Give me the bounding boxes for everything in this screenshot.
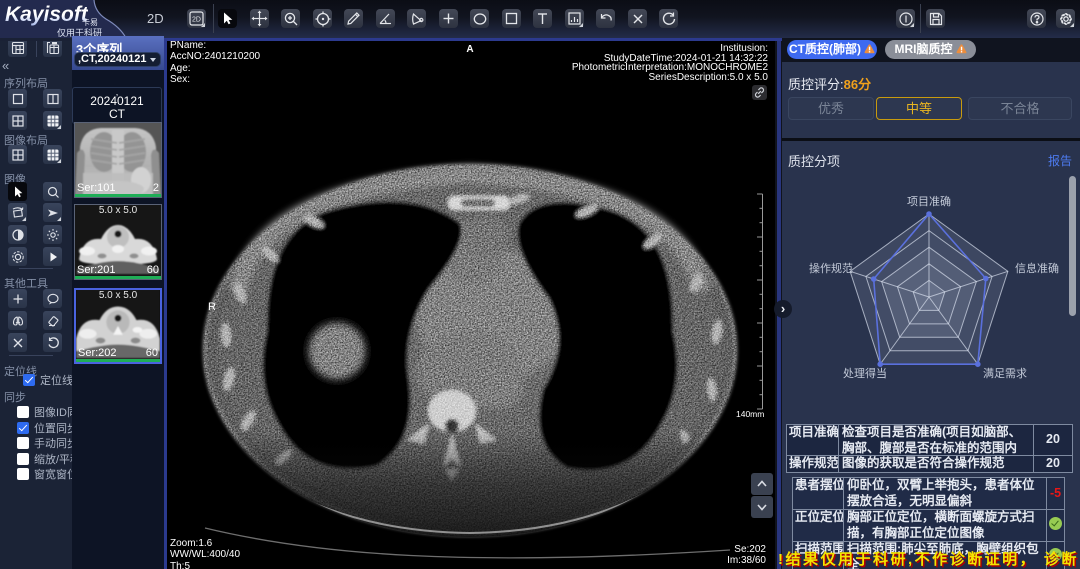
svg-text:2D: 2D bbox=[192, 17, 201, 24]
